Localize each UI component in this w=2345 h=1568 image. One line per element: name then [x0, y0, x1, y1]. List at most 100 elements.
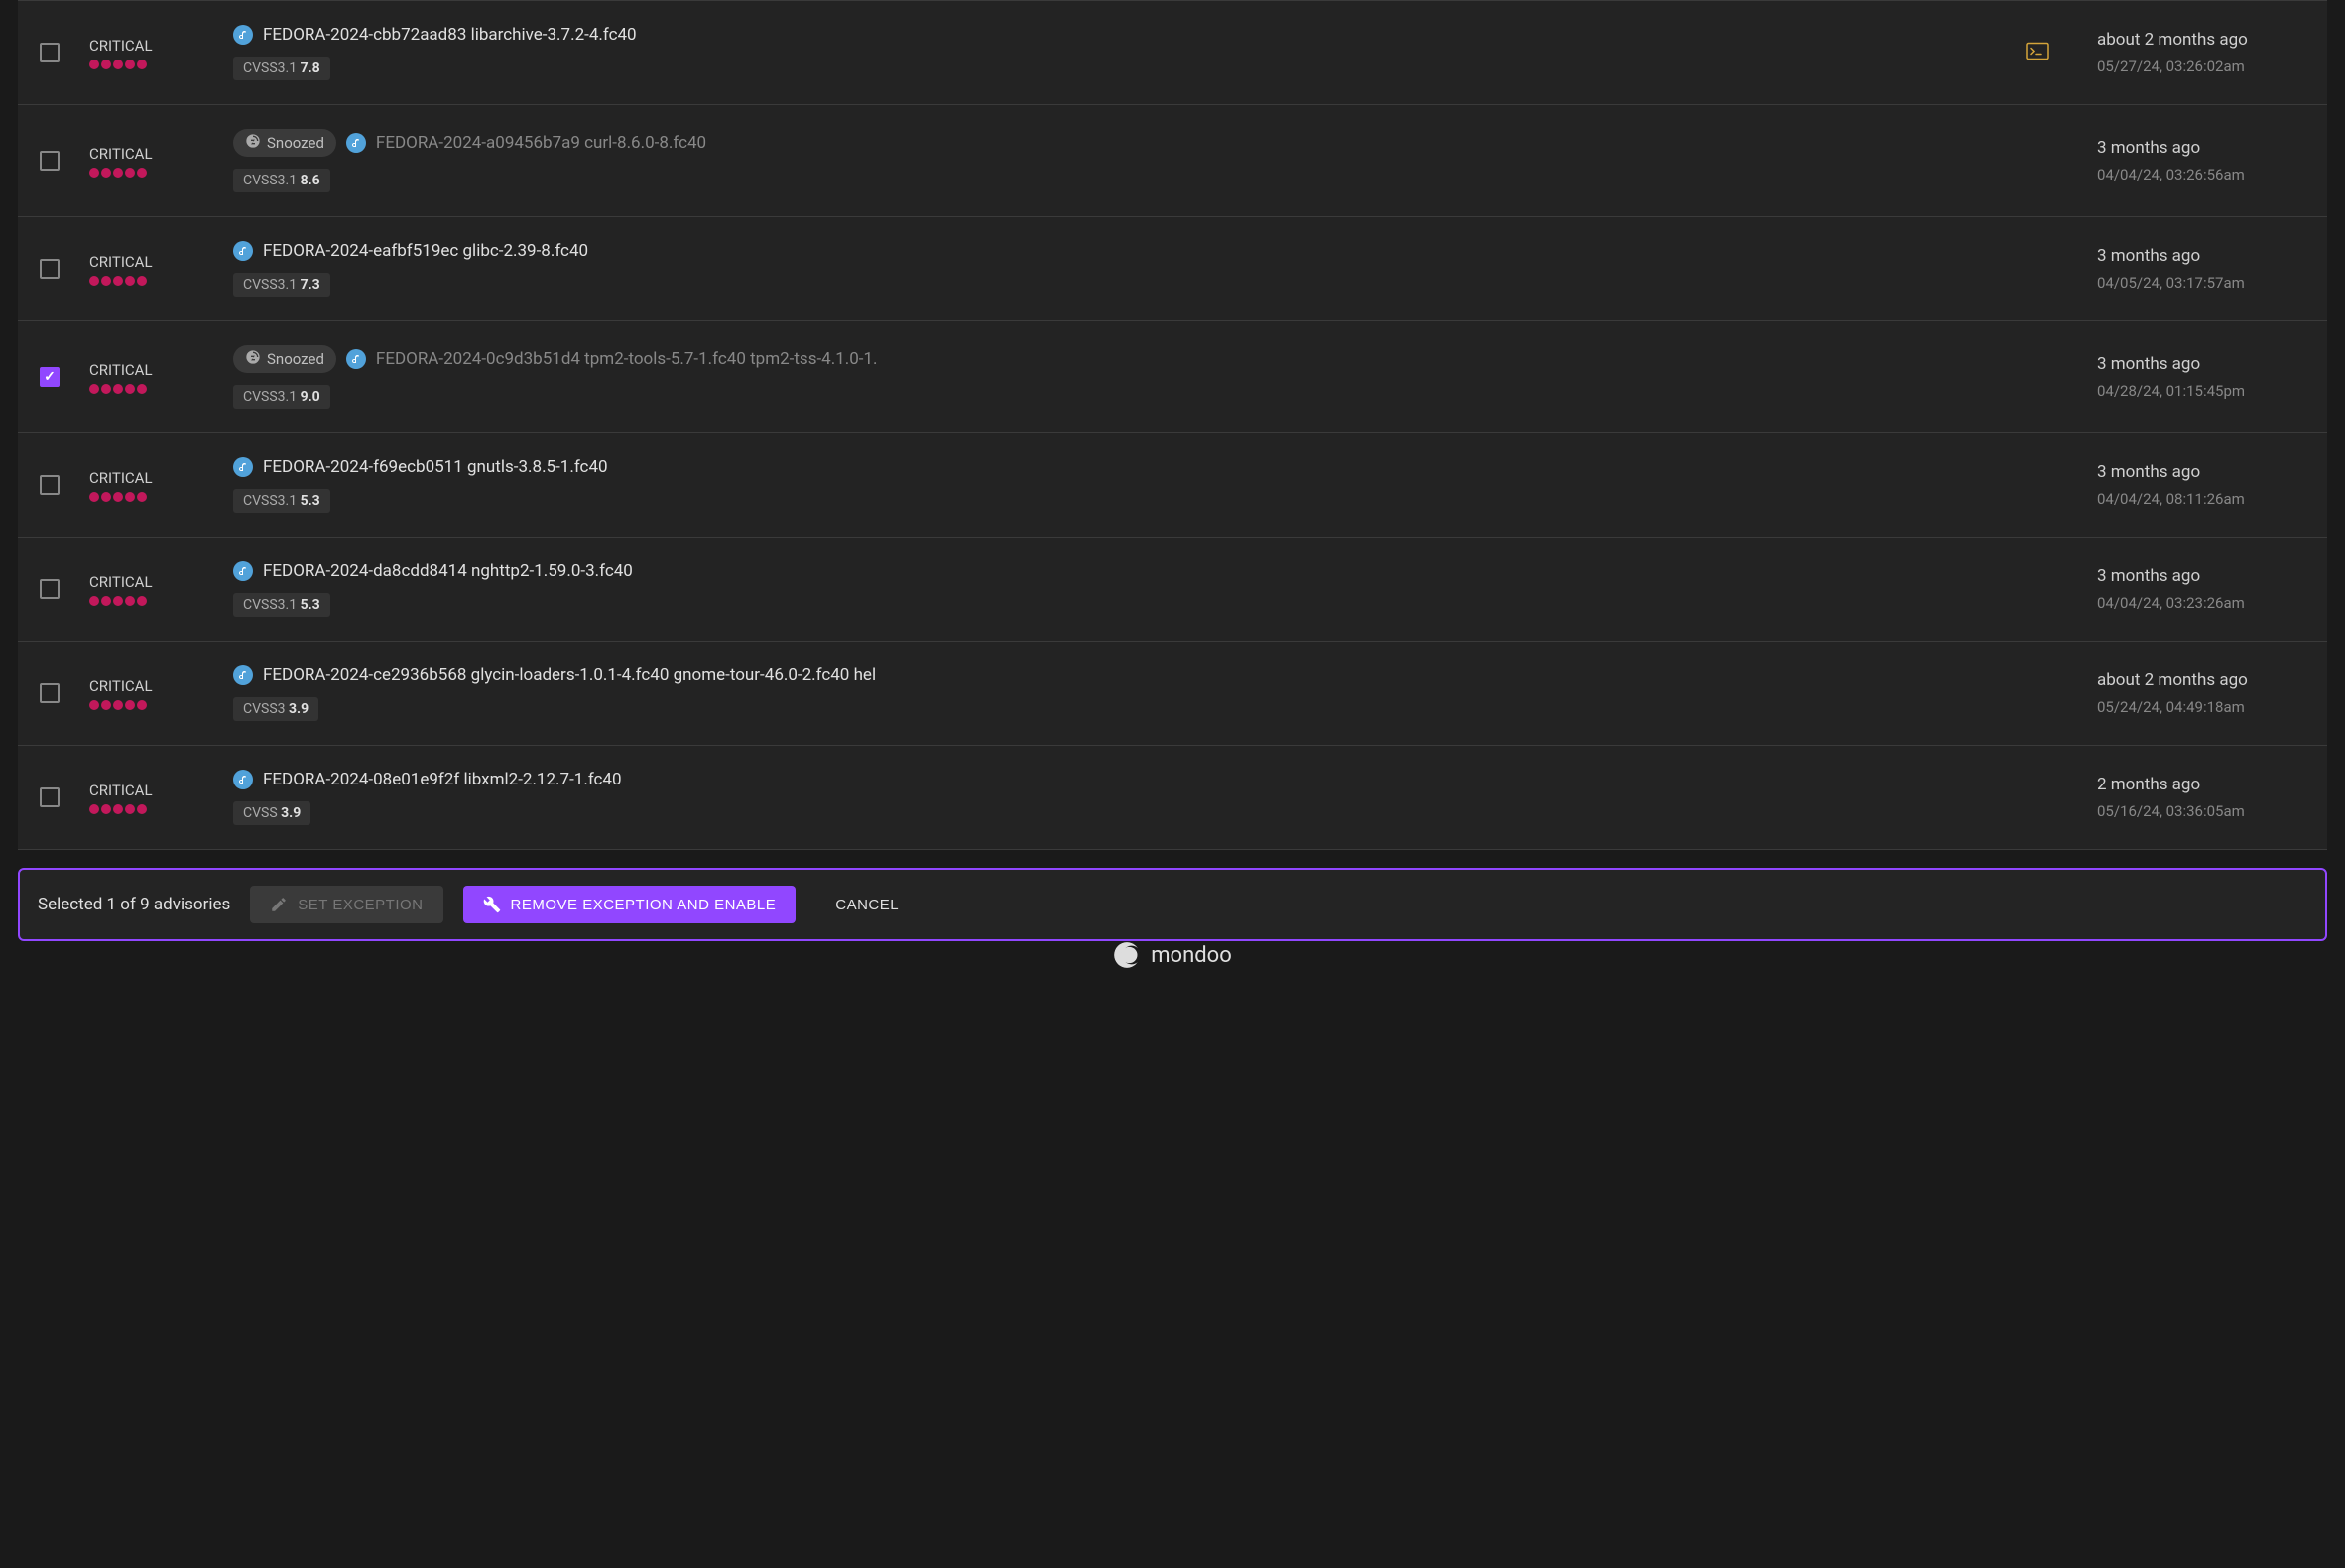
advisory-row[interactable]: CRITICAL FEDORA-2024-cbb72aad83 libarchiv… — [18, 0, 2327, 105]
advisory-row[interactable]: CRITICALSnoozedFEDORA-2024-a09456b7a9 cu… — [18, 105, 2327, 217]
cvss-badge: CVSS3.1 5.3 — [233, 593, 330, 617]
advisory-title[interactable]: FEDORA-2024-cbb72aad83 libarchive-3.7.2-… — [263, 25, 637, 45]
time-relative: 3 months ago — [2097, 566, 2305, 586]
advisory-title[interactable]: FEDORA-2024-da8cdd8414 nghttp2-1.59.0-3.… — [263, 561, 633, 581]
time-cell: 3 months ago 04/28/24, 01:15:45pm — [2097, 354, 2305, 400]
fedora-icon — [233, 457, 253, 477]
time-absolute: 04/04/24, 08:11:26am — [2097, 490, 2305, 508]
advisory-row[interactable]: CRITICALSnoozedFEDORA-2024-0c9d3b51d4 tp… — [18, 321, 2327, 433]
time-absolute: 04/28/24, 01:15:45pm — [2097, 382, 2305, 400]
time-absolute: 04/05/24, 03:17:57am — [2097, 274, 2305, 292]
tools-icon — [483, 896, 501, 913]
severity-label: CRITICAL — [89, 253, 233, 271]
advisory-row[interactable]: CRITICAL FEDORA-2024-ce2936b568 glycin-lo… — [18, 642, 2327, 746]
fedora-icon — [233, 561, 253, 581]
remove-exception-button[interactable]: REMOVE EXCEPTION AND ENABLE — [463, 886, 797, 923]
advisory-row[interactable]: CRITICAL FEDORA-2024-eafbf519ec glibc-2.3… — [18, 217, 2327, 321]
advisory-checkbox[interactable] — [40, 475, 60, 495]
time-relative: about 2 months ago — [2097, 30, 2305, 50]
advisory-checkbox[interactable] — [40, 43, 60, 62]
advisory-title[interactable]: FEDORA-2024-ce2936b568 glycin-loaders-1.… — [263, 665, 876, 685]
severity-dots — [89, 804, 233, 814]
cvss-score: 8.6 — [301, 173, 320, 188]
time-cell: 3 months ago 04/05/24, 03:17:57am — [2097, 246, 2305, 292]
advisory-checkbox[interactable] — [40, 579, 60, 599]
time-cell: 3 months ago 04/04/24, 03:23:26am — [2097, 566, 2305, 612]
advisory-row[interactable]: CRITICAL FEDORA-2024-da8cdd8414 nghttp2-1… — [18, 538, 2327, 642]
severity-label: CRITICAL — [89, 37, 233, 55]
cvss-score: 3.9 — [289, 701, 309, 717]
cvss-badge: CVSS3.1 5.3 — [233, 489, 330, 513]
severity-cell: CRITICAL — [89, 782, 233, 814]
time-absolute: 05/24/24, 04:49:18am — [2097, 698, 2305, 716]
set-exception-button[interactable]: SET EXCEPTION — [250, 886, 442, 923]
severity-dots — [89, 60, 233, 69]
advisory-checkbox[interactable] — [40, 151, 60, 171]
fedora-icon — [233, 241, 253, 261]
cvss-badge: CVSS3.1 8.6 — [233, 169, 330, 192]
cvss-score: 3.9 — [281, 805, 301, 821]
advisory-title[interactable]: FEDORA-2024-0c9d3b51d4 tpm2-tools-5.7-1.… — [376, 349, 878, 369]
time-cell: about 2 months ago 05/24/24, 04:49:18am — [2097, 670, 2305, 716]
pencil-icon — [270, 896, 288, 913]
time-relative: 3 months ago — [2097, 354, 2305, 374]
time-absolute: 05/27/24, 03:26:02am — [2097, 58, 2305, 75]
severity-cell: CRITICAL — [89, 677, 233, 710]
time-absolute: 04/04/24, 03:23:26am — [2097, 594, 2305, 612]
time-cell: about 2 months ago 05/27/24, 03:26:02am — [2097, 30, 2305, 75]
advisory-content: SnoozedFEDORA-2024-0c9d3b51d4 tpm2-tools… — [233, 345, 1978, 409]
cvss-score: 9.0 — [301, 389, 320, 405]
fedora-icon — [346, 133, 366, 153]
advisory-title[interactable]: FEDORA-2024-f69ecb0511 gnutls-3.8.5-1.fc… — [263, 457, 608, 477]
advisory-title[interactable]: FEDORA-2024-a09456b7a9 curl-8.6.0-8.fc40 — [376, 133, 706, 153]
severity-label: CRITICAL — [89, 677, 233, 695]
advisory-title-line: SnoozedFEDORA-2024-a09456b7a9 curl-8.6.0… — [233, 129, 1978, 157]
advisory-title-line: FEDORA-2024-eafbf519ec glibc-2.39-8.fc40 — [233, 241, 1978, 261]
footer-brand-text: mondoo — [1151, 943, 1232, 968]
advisory-checkbox[interactable] — [40, 787, 60, 807]
time-relative: 3 months ago — [2097, 462, 2305, 482]
advisory-list: CRITICAL FEDORA-2024-cbb72aad83 libarchiv… — [18, 0, 2327, 850]
cvss-badge: CVSS 3.9 — [233, 801, 310, 825]
time-absolute: 05/16/24, 03:36:05am — [2097, 802, 2305, 820]
footer-logo: mondoo — [0, 941, 2345, 979]
advisory-row[interactable]: CRITICAL FEDORA-2024-f69ecb0511 gnutls-3.… — [18, 433, 2327, 538]
time-cell: 2 months ago 05/16/24, 03:36:05am — [2097, 775, 2305, 820]
advisory-checkbox[interactable] — [40, 367, 60, 387]
fedora-icon — [233, 770, 253, 789]
advisory-content: FEDORA-2024-08e01e9f2f libxml2-2.12.7-1.… — [233, 770, 1978, 825]
severity-label: CRITICAL — [89, 782, 233, 799]
severity-dots — [89, 492, 233, 502]
selection-count-text: Selected 1 of 9 advisories — [38, 895, 230, 914]
cancel-button[interactable]: CANCEL — [815, 887, 919, 923]
remediation-shell-icon[interactable] — [2026, 42, 2049, 64]
advisory-checkbox[interactable] — [40, 259, 60, 279]
time-relative: 3 months ago — [2097, 138, 2305, 158]
severity-label: CRITICAL — [89, 145, 233, 163]
time-relative: about 2 months ago — [2097, 670, 2305, 690]
advisory-row[interactable]: CRITICAL FEDORA-2024-08e01e9f2f libxml2-2… — [18, 746, 2327, 850]
time-relative: 2 months ago — [2097, 775, 2305, 794]
cvss-badge: CVSS3.1 9.0 — [233, 385, 330, 409]
advisory-title-line: FEDORA-2024-ce2936b568 glycin-loaders-1.… — [233, 665, 1978, 685]
severity-label: CRITICAL — [89, 469, 233, 487]
cvss-badge: CVSS3 3.9 — [233, 697, 318, 721]
time-absolute: 04/04/24, 03:26:56am — [2097, 166, 2305, 183]
severity-dots — [89, 384, 233, 394]
fedora-icon — [233, 665, 253, 685]
severity-dots — [89, 700, 233, 710]
severity-cell: CRITICAL — [89, 573, 233, 606]
cvss-score: 7.3 — [301, 277, 320, 293]
advisory-title[interactable]: FEDORA-2024-eafbf519ec glibc-2.39-8.fc40 — [263, 241, 588, 261]
severity-cell: CRITICAL — [89, 469, 233, 502]
selection-action-bar: Selected 1 of 9 advisories SET EXCEPTION… — [18, 868, 2327, 941]
severity-cell: CRITICAL — [89, 361, 233, 394]
cvss-score: 5.3 — [301, 493, 320, 509]
time-relative: 3 months ago — [2097, 246, 2305, 266]
cvss-score: 7.8 — [301, 60, 320, 76]
severity-cell: CRITICAL — [89, 253, 233, 286]
severity-label: CRITICAL — [89, 573, 233, 591]
advisory-checkbox[interactable] — [40, 683, 60, 703]
advisory-title[interactable]: FEDORA-2024-08e01e9f2f libxml2-2.12.7-1.… — [263, 770, 622, 789]
severity-dots — [89, 596, 233, 606]
